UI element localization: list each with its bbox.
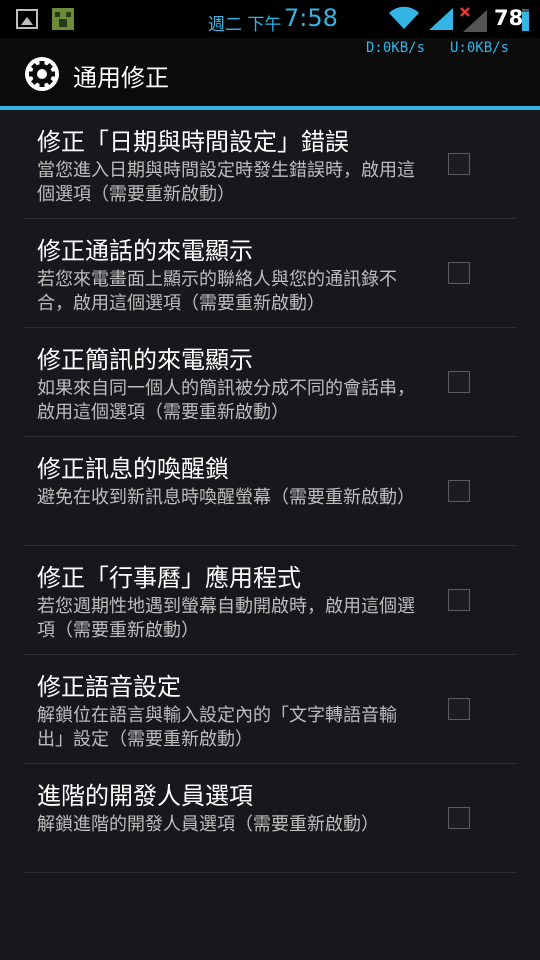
setting-summary: 避免在收到新訊息時喚醒螢幕（需要重新啟動）	[37, 487, 415, 508]
setting-summary: 解鎖進階的開發人員選項（需要重新啟動）	[37, 814, 379, 835]
setting-checkbox[interactable]	[448, 589, 470, 611]
setting-checkbox[interactable]	[448, 480, 470, 502]
setting-checkbox[interactable]	[448, 371, 470, 393]
settings-list: 修正「日期與時間設定」錯誤 當您進入日期與時間設定時發生錯誤時，啟用這個選項（需…	[24, 110, 516, 873]
setting-summary: 若您週期性地遇到螢幕自動開啟時，啟用這個選項（需要重新啟動）	[37, 596, 415, 641]
setting-summary: 當您進入日期與時間設定時發生錯誤時，啟用這個選項（需要重新啟動）	[37, 160, 415, 205]
status-bar: 週二 下午 7:58 78	[0, 0, 540, 38]
status-day: 週二 下午	[208, 15, 282, 35]
setting-checkbox[interactable]	[448, 698, 470, 720]
setting-summary: 如果來自同一個人的簡訊被分成不同的會話串，啟用這個選項（需要重新啟動）	[37, 378, 415, 423]
setting-checkbox[interactable]	[448, 153, 470, 175]
setting-item-fix-calendar-app[interactable]: 修正「行事曆」應用程式 若您週期性地遇到螢幕自動開啟時，啟用這個選項（需要重新啟…	[24, 546, 516, 655]
setting-checkbox[interactable]	[448, 262, 470, 284]
setting-title: 修正「日期與時間設定」錯誤	[37, 128, 349, 156]
battery-level: 78	[494, 6, 524, 30]
setting-item-advanced-developer-options[interactable]: 進階的開發人員選項 解鎖進階的開發人員選項（需要重新啟動）	[24, 764, 516, 873]
no-signal-icon	[460, 7, 487, 32]
setting-summary: 解鎖位在語言與輸入設定內的「文字轉語音輸出」設定（需要重新啟動）	[37, 705, 397, 750]
setting-title: 進階的開發人員選項	[37, 782, 253, 810]
setting-title: 修正「行事曆」應用程式	[37, 564, 301, 592]
gear-icon[interactable]	[24, 56, 60, 92]
signal-strength-icon	[429, 8, 453, 30]
page-title: 通用修正	[73, 64, 169, 92]
setting-item-fix-message-wakelock[interactable]: 修正訊息的喚醒鎖 避免在收到新訊息時喚醒螢幕（需要重新啟動）	[24, 437, 516, 546]
gallery-notification-icon	[16, 9, 38, 29]
action-bar: D:0KB/s U:0KB/s 通用修正	[0, 38, 540, 110]
download-speed: D:0KB/s	[366, 40, 426, 56]
wifi-icon	[389, 6, 419, 30]
status-time: 7:58	[284, 4, 338, 32]
setting-title: 修正語音設定	[37, 673, 181, 701]
setting-summary: 若您來電畫面上顯示的聯絡人與您的通訊錄不合，啟用這個選項（需要重新啟動）	[37, 269, 397, 314]
app-notification-icon	[52, 8, 74, 30]
setting-item-fix-date-time[interactable]: 修正「日期與時間設定」錯誤 當您進入日期與時間設定時發生錯誤時，啟用這個選項（需…	[24, 110, 516, 219]
setting-checkbox[interactable]	[448, 807, 470, 829]
setting-title: 修正簡訊的來電顯示	[37, 346, 253, 374]
upload-speed: U:0KB/s	[450, 40, 510, 56]
battery-icon	[522, 9, 529, 31]
setting-title: 修正訊息的喚醒鎖	[37, 455, 229, 483]
setting-item-fix-sms-caller-id[interactable]: 修正簡訊的來電顯示 如果來自同一個人的簡訊被分成不同的會話串，啟用這個選項（需要…	[24, 328, 516, 437]
setting-item-fix-call-caller-id[interactable]: 修正通話的來電顯示 若您來電畫面上顯示的聯絡人與您的通訊錄不合，啟用這個選項（需…	[24, 219, 516, 328]
setting-item-fix-voice-settings[interactable]: 修正語音設定 解鎖位在語言與輸入設定內的「文字轉語音輸出」設定（需要重新啟動）	[24, 655, 516, 764]
setting-title: 修正通話的來電顯示	[37, 237, 253, 265]
